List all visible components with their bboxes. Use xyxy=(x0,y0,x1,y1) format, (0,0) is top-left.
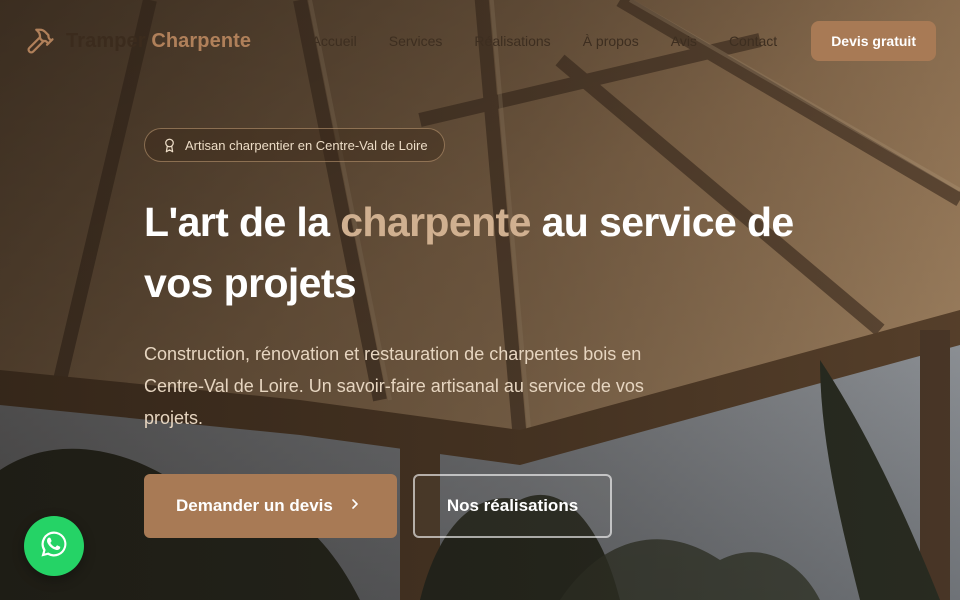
brand-name-first: Tramper xyxy=(66,29,146,52)
award-icon xyxy=(161,137,177,153)
brand-name-second: Charpente xyxy=(151,29,252,52)
free-quote-button[interactable]: Devis gratuit xyxy=(811,21,936,61)
nav-link-a-propos[interactable]: À propos xyxy=(583,33,639,49)
brand-logo[interactable]: Tramper Charpente xyxy=(24,25,251,57)
whatsapp-button[interactable] xyxy=(24,516,84,576)
hero-badge-text: Artisan charpentier en Centre-Val de Loi… xyxy=(185,137,428,153)
nav-link-accueil[interactable]: Accueil xyxy=(312,33,357,49)
hero-headline: L'art de la charpente au service de vos … xyxy=(144,192,844,314)
request-quote-button[interactable]: Demander un devis xyxy=(144,474,397,538)
nav-link-services[interactable]: Services xyxy=(389,33,443,49)
headline-accent: charpente xyxy=(340,199,531,245)
nav-link-avis[interactable]: Avis xyxy=(671,33,697,49)
chevron-right-icon xyxy=(347,496,363,517)
headline-part-1: L'art de la xyxy=(144,199,341,245)
hero-subtitle: Construction, rénovation et restauration… xyxy=(144,344,644,428)
hero-section: Artisan charpentier en Centre-Val de Loi… xyxy=(144,128,844,538)
request-quote-label: Demander un devis xyxy=(176,496,333,515)
hero-actions: Demander un devis Nos réalisations xyxy=(144,474,844,538)
main-nav: Accueil Services Réalisations À propos A… xyxy=(312,33,778,49)
brand-name: Tramper Charpente xyxy=(66,30,251,53)
nav-link-contact[interactable]: Contact xyxy=(729,33,777,49)
hammer-icon xyxy=(24,25,56,57)
whatsapp-icon xyxy=(39,529,69,564)
hero-badge: Artisan charpentier en Centre-Val de Loi… xyxy=(144,128,445,162)
top-navbar: Tramper Charpente Accueil Services Réali… xyxy=(0,0,960,82)
nav-link-realisations[interactable]: Réalisations xyxy=(474,33,550,49)
our-projects-button[interactable]: Nos réalisations xyxy=(412,474,613,538)
